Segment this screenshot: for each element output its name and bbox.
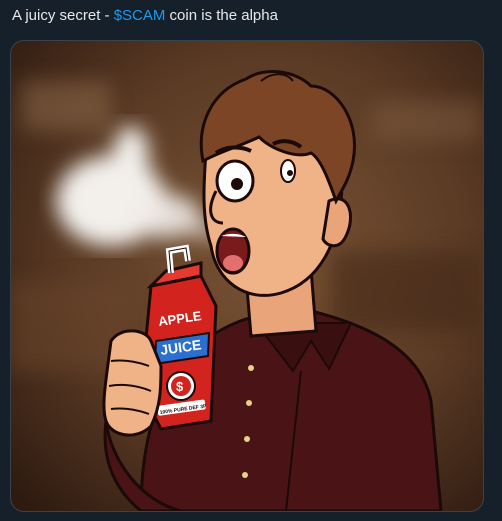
tweet-text: A juicy secret - $SCAM coin is the alpha	[12, 6, 278, 26]
tweet-text-after: coin is the alpha	[165, 7, 278, 24]
cashtag-link[interactable]: $SCAM	[114, 7, 166, 24]
tweet-text-before: A juicy secret -	[12, 7, 114, 24]
tweet-media-image[interactable]: APPLE JUICE $ 100% PURE DEF 3P	[10, 40, 484, 512]
vaping-man-illustration: APPLE JUICE $ 100% PURE DEF 3P	[11, 41, 483, 511]
carton-dollar-badge: $	[176, 379, 184, 394]
tweet: A juicy secret - $SCAM coin is the alpha	[0, 0, 502, 521]
